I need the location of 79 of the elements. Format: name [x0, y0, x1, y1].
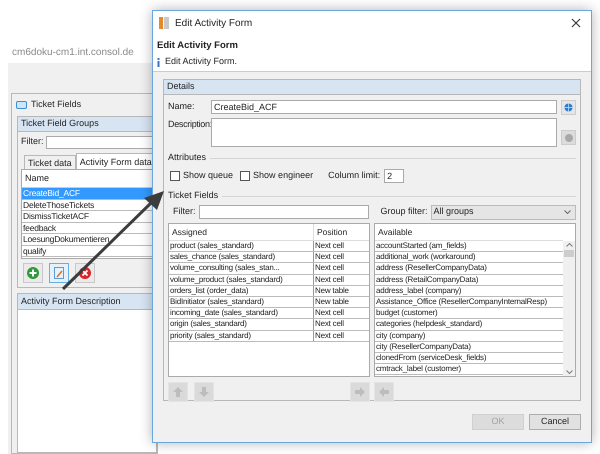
checkbox-label: Show queue — [183, 169, 234, 182]
app-icon — [159, 17, 169, 29]
name-label: Name: — [168, 100, 196, 114]
arrow-up-icon — [173, 387, 183, 397]
address-text: cm6doku-cm1.int.consol.de — [12, 46, 134, 60]
table-cell: incoming_date (sales_standard) — [169, 308, 314, 318]
column-header: Position — [316, 226, 348, 239]
table-cell: city (company) — [375, 330, 563, 342]
table-cell: additional_work (workaround) — [375, 252, 563, 264]
scroll-down-icon[interactable] — [566, 370, 572, 374]
table-cell-text: New table — [314, 296, 350, 308]
globe-button[interactable] — [561, 100, 576, 114]
table-cell: BidInitiator (sales_standard) — [169, 296, 314, 308]
edit-button[interactable] — [49, 263, 69, 283]
filter-label: Filter: — [173, 205, 196, 218]
table-cell-text: Next cell — [314, 319, 345, 330]
window-title: Edit Activity Form — [175, 16, 252, 30]
info-icon — [157, 58, 160, 66]
name-field[interactable]: CreateBid_ACF — [211, 100, 557, 114]
arrow-left-icon — [379, 387, 389, 397]
table-cell: volume_consulting (sales_stan... — [169, 263, 314, 274]
delete-icon — [78, 266, 92, 280]
table-cell: clonedFrom (serviceDesk_fields) — [375, 352, 563, 364]
table-cell: product (sales_standard) — [169, 241, 314, 252]
table-cell: city (ResellerCompanyData) — [375, 342, 563, 353]
chevron-down-icon — [564, 210, 571, 214]
checkbox-label: Show engineer — [253, 169, 314, 182]
scrollbar[interactable] — [563, 241, 575, 376]
table-cell: volume_product (sales_standard) — [169, 274, 314, 285]
table-cell: address (ResellerCompanyData) — [375, 263, 563, 275]
table-cell-text: Next cell — [314, 274, 345, 285]
column-limit-field[interactable]: 2 — [384, 169, 404, 183]
description-label: Description: — [168, 118, 211, 131]
table-cell-text: Next cell — [314, 241, 345, 252]
table-cell-text: Next cell — [314, 263, 345, 274]
table-cell: budget (customer) — [375, 308, 563, 320]
scroll-up-icon[interactable] — [566, 243, 572, 247]
dialog-button[interactable]: Cancel — [529, 414, 581, 430]
filter-label: Filter: — [21, 135, 44, 148]
details-title: Details — [164, 80, 580, 95]
info-text: Edit Activity Form. — [165, 55, 238, 68]
table-cell: categories (helpdesk_standard) — [375, 319, 563, 330]
table-cell: origin (sales_standard) — [169, 319, 314, 330]
table-cell: cmtrack_label (customer) — [375, 364, 563, 376]
column-header: Available — [375, 224, 563, 241]
column-header: Assigned — [169, 224, 314, 240]
group-filter-dropdown[interactable]: All groups — [430, 204, 576, 220]
table-cell-text: Next cell — [314, 308, 345, 318]
dialog-heading: Edit Activity Form — [157, 39, 239, 53]
panel-title: Ticket Fields — [31, 98, 82, 112]
table-cell: accountStarted (am_fields) — [375, 241, 563, 252]
table-cell: sales_chance (sales_standard) — [169, 252, 314, 262]
checkbox[interactable] — [240, 171, 250, 181]
globe-icon — [564, 102, 573, 112]
table-cell-text: Next cell — [314, 252, 345, 262]
table-cell: address (RetailCompanyData) — [375, 274, 563, 286]
checkbox[interactable] — [170, 171, 180, 181]
section-title: Ticket Fields — [168, 189, 218, 202]
scroll-thumb[interactable] — [564, 250, 574, 257]
column-limit-label: Column limit: — [328, 169, 380, 182]
dot-icon — [564, 134, 572, 142]
add-button[interactable] — [23, 263, 43, 283]
group-filter-label: Group filter: — [380, 205, 428, 218]
table-cell: priority (sales_standard) — [169, 330, 314, 341]
section-title: Attributes — [168, 151, 206, 164]
edit-icon — [52, 266, 66, 280]
add-icon — [26, 266, 40, 280]
description-field[interactable] — [211, 118, 557, 147]
table-cell: orders_list (order_data) — [169, 286, 314, 296]
filter-field[interactable] — [198, 205, 368, 219]
arrow-right-icon — [355, 387, 365, 397]
tab[interactable]: Ticket data — [24, 155, 76, 169]
arrow-down-icon — [199, 387, 209, 397]
table-cell: Assistance_Office (ResellerCompanyInternalResp) — [375, 296, 563, 308]
table-cell-text: Next cell — [314, 330, 345, 341]
table-cell: address_label (company) — [375, 286, 563, 297]
table-cell-text: New table — [314, 286, 350, 296]
fields-icon — [16, 101, 27, 109]
close-icon — [571, 18, 581, 28]
